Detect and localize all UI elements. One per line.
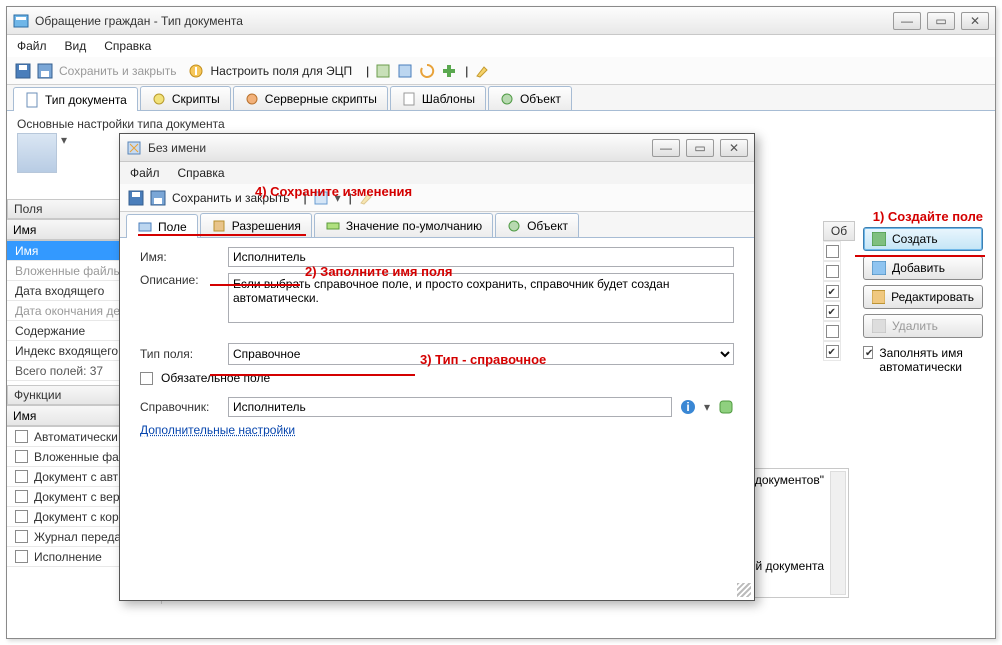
maximize-button[interactable]: ▭ bbox=[927, 12, 955, 30]
field-name-input[interactable] bbox=[228, 247, 734, 267]
dialog-menu-help[interactable]: Справка bbox=[178, 166, 225, 180]
dialog-tab-object[interactable]: Объект bbox=[495, 213, 579, 237]
svg-text:i: i bbox=[686, 400, 689, 414]
template-icon bbox=[401, 91, 417, 107]
document-type-icon[interactable] bbox=[17, 133, 57, 173]
more-settings-link[interactable]: Дополнительные настройки bbox=[140, 423, 295, 437]
main-window: Обращение граждан - Тип документа — ▭ ✕ … bbox=[6, 6, 996, 639]
dialog-label-required: Обязательное поле bbox=[161, 371, 270, 385]
main-toolbar: Сохранить и закрыть Настроить поля для Э… bbox=[7, 57, 995, 85]
tab-doc-type[interactable]: Тип документа bbox=[13, 87, 138, 111]
dialog-tab-field[interactable]: Поле bbox=[126, 214, 198, 238]
default-value-icon bbox=[325, 218, 341, 234]
menu-view[interactable]: Вид bbox=[65, 39, 87, 53]
menu-file[interactable]: Файл bbox=[17, 39, 47, 53]
delete-button[interactable]: Удалить bbox=[863, 314, 983, 338]
dialog-body: Имя: Описание: Если выбрать справочное п… bbox=[120, 238, 754, 600]
dialog-minimize-button[interactable]: — bbox=[652, 139, 680, 157]
configure-ecp-label[interactable]: Настроить поля для ЭЦП bbox=[210, 64, 352, 78]
script-icon bbox=[151, 91, 167, 107]
plus-icon[interactable] bbox=[441, 63, 457, 79]
required-checkbox[interactable] bbox=[140, 372, 153, 385]
info-icon[interactable]: i bbox=[680, 399, 696, 415]
tab-templates-label: Шаблоны bbox=[422, 92, 475, 106]
field-description-input[interactable]: Если выбрать справочное поле, и просто с… bbox=[228, 273, 734, 323]
dialog-label-description: Описание: bbox=[140, 273, 220, 287]
main-tabstrip: Тип документа Скрипты Серверные скрипты … bbox=[7, 85, 995, 111]
tab-server-scripts-label: Серверные скрипты bbox=[265, 92, 377, 106]
dialog-tab-permissions[interactable]: Разрешения bbox=[200, 213, 312, 237]
save-icon[interactable] bbox=[128, 190, 144, 206]
object-icon bbox=[506, 218, 522, 234]
dialog-tabstrip: Поле Разрешения Значение по-умолчанию Об… bbox=[120, 212, 754, 238]
save-close-icon[interactable] bbox=[37, 63, 53, 79]
permissions-icon bbox=[211, 218, 227, 234]
tab-server-scripts[interactable]: Серверные скрипты bbox=[233, 86, 388, 110]
add-icon bbox=[872, 261, 886, 275]
tab-scripts[interactable]: Скрипты bbox=[140, 86, 231, 110]
auto-name-checkbox[interactable] bbox=[863, 346, 873, 359]
dropdown-icon[interactable] bbox=[313, 190, 329, 206]
dialog-menu-file[interactable]: Файл bbox=[130, 166, 160, 180]
highlight-icon[interactable] bbox=[358, 190, 374, 206]
save-close-label[interactable]: Сохранить и закрыть bbox=[59, 64, 176, 78]
tab-object[interactable]: Объект bbox=[488, 86, 572, 110]
configure-icon[interactable] bbox=[188, 63, 204, 79]
main-menubar: Файл Вид Справка bbox=[7, 35, 995, 57]
edit-button[interactable]: Редактировать bbox=[863, 285, 983, 309]
dialog-titlebar: Без имени — ▭ ✕ bbox=[120, 134, 754, 162]
dialog-label-reference: Справочник: bbox=[140, 400, 220, 414]
dialog-tab-default[interactable]: Значение по-умолчанию bbox=[314, 213, 493, 237]
dialog-label-type: Тип поля: bbox=[140, 347, 220, 361]
dialog-title: Без имени bbox=[148, 141, 652, 155]
form-icon[interactable] bbox=[375, 63, 391, 79]
close-button[interactable]: ✕ bbox=[961, 12, 989, 30]
refresh-icon[interactable] bbox=[419, 63, 435, 79]
dialog-toolbar: Сохранить и закрыть | ▾ | bbox=[120, 184, 754, 212]
right-panel: Создать Добавить Редактировать Удалить З… bbox=[855, 199, 995, 604]
dialog-save-close-label[interactable]: Сохранить и закрыть bbox=[172, 191, 289, 205]
object-icon bbox=[499, 91, 515, 107]
save-close-icon[interactable] bbox=[150, 190, 166, 206]
main-titlebar: Обращение граждан - Тип документа — ▭ ✕ bbox=[7, 7, 995, 35]
dialog-label-name: Имя: bbox=[140, 250, 220, 264]
tab-object-label: Объект bbox=[520, 92, 561, 106]
tab-scripts-label: Скрипты bbox=[172, 92, 220, 106]
server-script-icon bbox=[244, 91, 260, 107]
create-icon bbox=[872, 232, 886, 246]
field-dialog: Без имени — ▭ ✕ Файл Справка Сохранить и… bbox=[119, 133, 755, 601]
main-title: Обращение граждан - Тип документа bbox=[35, 14, 893, 28]
section-title: Основные настройки типа документа bbox=[7, 111, 995, 133]
add-button[interactable]: Добавить bbox=[863, 256, 983, 280]
page-icon bbox=[24, 92, 40, 108]
scrollbar[interactable] bbox=[830, 471, 846, 595]
save-icon[interactable] bbox=[15, 63, 31, 79]
dialog-menubar: Файл Справка bbox=[120, 162, 754, 184]
delete-icon bbox=[872, 319, 886, 333]
tab-doc-type-label: Тип документа bbox=[45, 93, 127, 107]
field-icon bbox=[137, 219, 153, 235]
app-icon bbox=[13, 13, 29, 29]
create-button[interactable]: Создать bbox=[863, 227, 983, 251]
dialog-close-button[interactable]: ✕ bbox=[720, 139, 748, 157]
add-reference-icon[interactable] bbox=[718, 399, 734, 415]
resize-grip[interactable] bbox=[737, 583, 751, 597]
field-type-select[interactable]: Справочное bbox=[228, 343, 734, 365]
col-ob[interactable]: Об bbox=[823, 221, 855, 241]
auto-name-label: Заполнять имя автоматически bbox=[879, 346, 987, 374]
window-icon[interactable] bbox=[397, 63, 413, 79]
minimize-button[interactable]: — bbox=[893, 12, 921, 30]
edit-icon bbox=[872, 290, 885, 304]
dialog-maximize-button[interactable]: ▭ bbox=[686, 139, 714, 157]
reference-input[interactable] bbox=[228, 397, 672, 417]
highlight-icon[interactable] bbox=[474, 63, 490, 79]
tab-templates[interactable]: Шаблоны bbox=[390, 86, 486, 110]
dialog-icon bbox=[126, 140, 142, 156]
menu-help[interactable]: Справка bbox=[104, 39, 151, 53]
